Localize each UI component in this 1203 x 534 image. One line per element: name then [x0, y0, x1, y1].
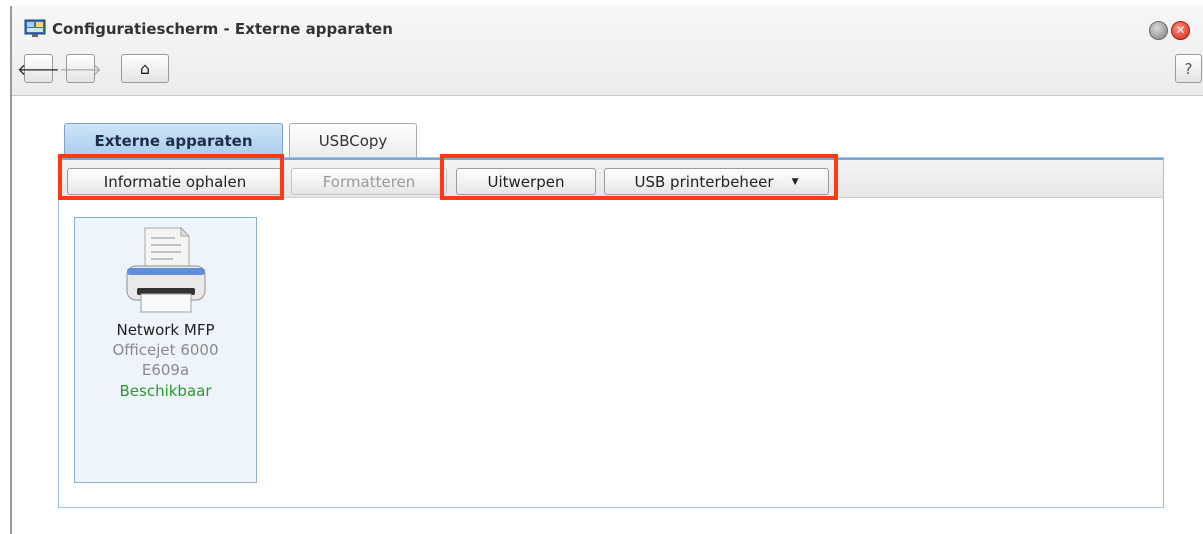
title-bar: Configuratiescherm - Externe apparaten ✕…	[12, 6, 1203, 96]
format-button[interactable]: Formatteren	[291, 168, 447, 195]
window-title: Configuratiescherm - Externe apparaten	[52, 20, 393, 38]
help-button[interactable]: ?	[1175, 54, 1202, 83]
arrow-left-icon: 🡐	[17, 59, 60, 79]
help-icon: ?	[1184, 59, 1193, 78]
device-card[interactable]: Network MFP Officejet 6000 E609a Beschik…	[74, 217, 257, 483]
arrow-right-icon: 🡒	[59, 59, 102, 79]
home-button[interactable]: ⌂	[121, 54, 169, 83]
annotation-highlight-eject-usb	[440, 154, 838, 200]
tab-externe-apparaten[interactable]: Externe apparaten	[64, 123, 283, 157]
home-icon: ⌂	[139, 59, 151, 78]
close-button[interactable]: ✕	[1171, 21, 1190, 40]
back-button[interactable]: 🡐	[17, 54, 60, 83]
device-status: Beschikbaar	[119, 382, 212, 400]
forward-button[interactable]: 🡒	[59, 54, 102, 83]
control-panel-icon	[24, 19, 46, 37]
tab-usbcopy[interactable]: USBCopy	[289, 123, 417, 157]
printer-icon	[126, 226, 206, 313]
device-id: E609a	[141, 361, 190, 379]
devices-panel: Informatie ophalen Formatteren Uitwerpen…	[58, 157, 1164, 508]
device-name: Network MFP	[116, 321, 215, 339]
control-panel-window: Configuratiescherm - Externe apparaten ✕…	[10, 6, 1203, 534]
annotation-highlight-info	[58, 154, 284, 200]
device-model: Officejet 6000	[112, 341, 219, 359]
minimize-button[interactable]	[1149, 21, 1168, 40]
